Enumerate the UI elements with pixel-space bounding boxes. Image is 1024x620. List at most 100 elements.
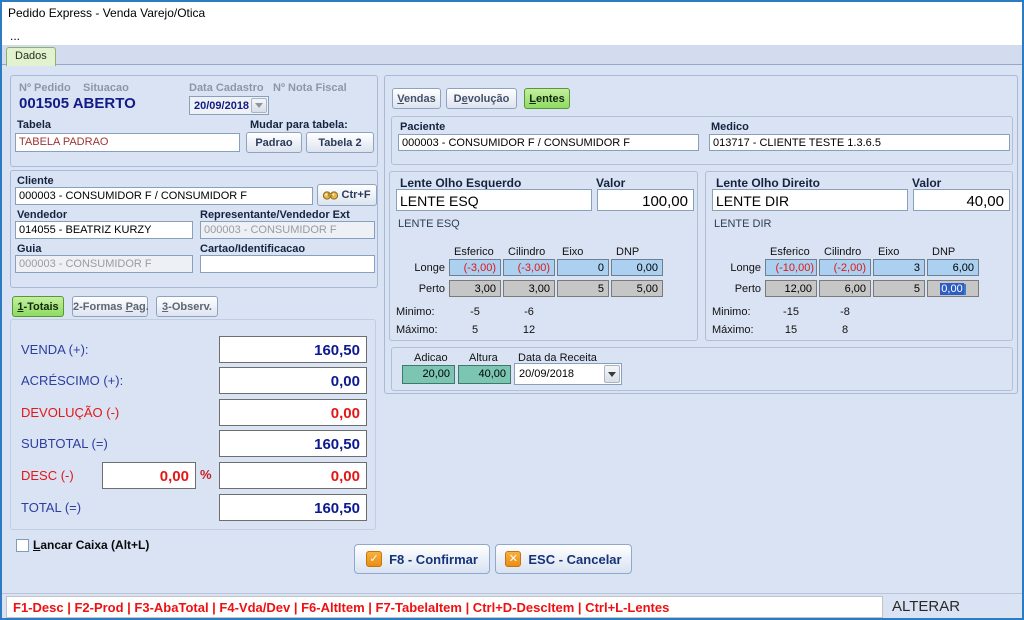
pedido-label: Nº Pedido [19,82,71,94]
minimo-label: Minimo: [712,306,751,318]
medico-field[interactable]: 013717 - CLIENTE TESTE 1.3.6.5 [709,134,1010,151]
perto-label: Perto [405,283,445,295]
esq-longe-dnp[interactable]: 0,00 [611,259,663,276]
lancar-caixa-checkbox[interactable] [16,539,29,552]
maximo-label: Máximo: [396,324,438,336]
receita-group: Adicao Altura Data da Receita 20,00 40,0… [391,347,1013,391]
paciente-field[interactable]: 000003 - CONSUMIDOR F / CONSUMIDOR F [398,134,699,151]
vendedor-label: Vendedor [17,209,67,221]
esq-perto-esferico[interactable]: 3,00 [449,280,501,297]
lens-right-name-field[interactable]: LENTE DIR [712,189,908,211]
dir-perto-cilindro[interactable]: 6,00 [819,280,871,297]
col-eixo: Eixo [562,246,583,258]
tab-lentes[interactable]: Lentes [524,88,570,109]
desc-value: 0,00 [219,462,367,489]
check-icon: ✓ [366,551,382,567]
data-cadastro-label: Data Cadastro [189,82,264,94]
status-divider [2,593,1022,594]
cancelar-button[interactable]: ✕ ESC - Cancelar [495,544,632,574]
dir-longe-esferico[interactable]: (-10,00) [765,259,817,276]
desc-percent-field[interactable]: 0,00 [102,462,196,489]
esq-longe-cilindro[interactable]: (-3,00) [503,259,555,276]
data-cadastro-combo[interactable]: 20/09/2018 [189,96,269,115]
tab-dados[interactable]: Dados [6,47,56,66]
chevron-down-icon[interactable] [251,98,267,113]
adicao-field[interactable]: 20,00 [402,365,455,384]
acrescimo-value: 0,00 [219,367,367,394]
order-status: ABERTO [73,95,136,112]
hotkeys-bar: F1-Desc | F2-Prod | F3-AbaTotal | F4-Vda… [6,596,883,618]
col-eixo: Eixo [878,246,899,258]
menu-hint: ... [10,29,20,43]
order-number-status: 001505 ABERTO [19,95,136,112]
col-dnp: DNP [932,246,955,258]
lens-right-title: Lente Olho Direito [716,176,820,190]
close-icon: ✕ [505,551,521,567]
lens-left-title: Lente Olho Esquerdo [400,176,521,190]
dir-perto-dnp-selected[interactable]: 0,00 [927,280,979,297]
col-cilindro: Cilindro [508,246,545,258]
esq-longe-esferico[interactable]: (-3,00) [449,259,501,276]
venda-label: VENDA (+): [21,342,89,357]
venda-value: 160,50 [219,336,367,363]
subtotal-value: 160,50 [219,430,367,457]
padrao-button[interactable]: Padrao [246,132,302,153]
dir-longe-dnp[interactable]: 6,00 [927,259,979,276]
window-title: Pedido Express - Venda Varejo/Otica [8,6,205,20]
representante-label: Representante/Vendedor Ext [200,209,350,221]
tab-totais[interactable]: 1-Totais [12,296,64,317]
confirmar-button[interactable]: ✓ F8 - Confirmar [354,544,490,574]
order-number: 001505 [19,95,69,112]
col-esferico: Esferico [454,246,494,258]
tab-devolucao[interactable]: Devolução [446,88,517,109]
tabela-field[interactable]: TABELA PADRAO [15,133,240,152]
dir-minimo-cilindro: -8 [819,306,871,318]
lens-left-caption: LENTE ESQ [398,218,460,230]
representante-field[interactable]: 000003 - CONSUMIDOR F [200,221,375,239]
dir-longe-eixo[interactable]: 3 [873,259,925,276]
client-panel: Cliente 000003 - CONSUMIDOR F / CONSUMID… [10,170,378,288]
dir-perto-eixo[interactable]: 5 [873,280,925,297]
esq-minimo-cilindro: -6 [503,306,555,318]
cartao-field[interactable] [200,255,375,273]
esq-maximo-cilindro: 12 [503,324,555,336]
altura-label: Altura [469,352,498,364]
buscar-cliente-button[interactable]: Ctr+F [317,184,377,206]
chevron-down-icon[interactable] [604,365,620,383]
lens-left-valor-label: Valor [596,176,625,190]
acrescimo-label: ACRÉSCIMO (+): [21,373,123,388]
cliente-field[interactable]: 000003 - CONSUMIDOR F / CONSUMIDOR F [15,187,313,205]
adicao-label: Adicao [414,352,448,364]
tab-formas-pag[interactable]: 2-Formas Pag. [72,296,148,317]
lens-right-group: Lente Olho Direito Valor LENTE DIR 40,00… [705,171,1013,341]
nota-fiscal-label: Nº Nota Fiscal [273,82,347,94]
tabela2-button[interactable]: Tabela 2 [306,132,374,153]
lens-left-name-field[interactable]: LENTE ESQ [396,189,592,211]
order-panel: Nº Pedido Situacao Data Cadastro Nº Nota… [10,75,378,167]
tab-vendas[interactable]: Vendas [392,88,441,109]
title-bar: Pedido Express - Venda Varejo/Otica ... [2,2,1022,45]
text-caret [964,284,966,295]
tab-observ[interactable]: 3-Observ. [156,296,218,317]
esq-perto-cilindro[interactable]: 3,00 [503,280,555,297]
altura-field[interactable]: 40,00 [458,365,511,384]
cartao-label: Cartao/Identificacao [200,243,305,255]
devolucao-value: 0,00 [219,399,367,426]
total-value: 160,50 [219,494,367,521]
perto-label: Perto [721,283,761,295]
lens-right-valor-label: Valor [912,176,941,190]
vendedor-field[interactable]: 014055 - BEATRIZ KURZY [15,221,193,239]
esq-longe-eixo[interactable]: 0 [557,259,609,276]
desc-label: DESC (-) [21,468,74,483]
guia-field[interactable]: 000003 - CONSUMIDOR F [15,255,193,273]
dir-longe-cilindro[interactable]: (-2,00) [819,259,871,276]
lens-left-valor-field[interactable]: 100,00 [597,189,694,211]
maximo-label: Máximo: [712,324,754,336]
esq-perto-eixo[interactable]: 5 [557,280,609,297]
longe-label: Longe [721,262,761,274]
data-receita-combo[interactable]: 20/09/2018 [514,363,622,385]
totals-box: VENDA (+): 160,50 ACRÉSCIMO (+): 0,00 DE… [10,319,376,530]
esq-perto-dnp[interactable]: 5,00 [611,280,663,297]
dir-perto-esferico[interactable]: 12,00 [765,280,817,297]
lens-right-valor-field[interactable]: 40,00 [913,189,1010,211]
